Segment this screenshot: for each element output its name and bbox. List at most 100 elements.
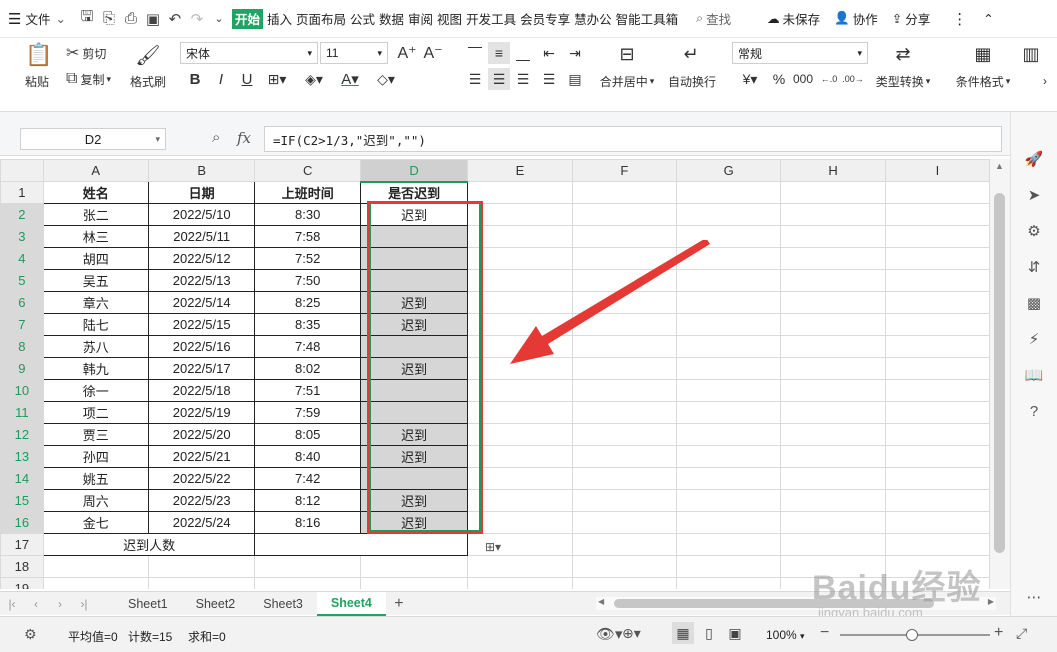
rocket-icon[interactable]: 🚀 (1023, 148, 1045, 170)
row-header[interactable]: 10 (0, 379, 44, 402)
tab-insert[interactable]: 插入 (265, 0, 294, 38)
empty-cell[interactable] (884, 555, 990, 578)
data-cell[interactable]: 2022/5/24 (147, 511, 256, 534)
row-header[interactable]: 1 (0, 181, 44, 204)
data-cell[interactable]: 8:35 (254, 313, 361, 336)
indent-decrease-icon[interactable]: ⇤ (538, 42, 560, 64)
empty-cell[interactable] (571, 291, 677, 314)
row-header[interactable]: 9 (0, 357, 44, 380)
zoom-search-icon[interactable]: ⌕ (212, 129, 220, 146)
empty-cell[interactable] (675, 577, 782, 589)
align-left-icon[interactable]: ☰ (464, 68, 486, 90)
empty-cell[interactable] (675, 511, 782, 534)
data-cell[interactable]: 贾三 (42, 423, 149, 446)
empty-cell[interactable] (571, 379, 677, 402)
font-size-select[interactable]: 11 ▾ (320, 42, 388, 64)
empty-cell[interactable] (780, 401, 886, 424)
empty-cell[interactable] (884, 533, 990, 556)
sliders-icon[interactable]: ⚙ (1023, 220, 1045, 242)
data-cell[interactable]: 项二 (42, 401, 149, 424)
data-cell[interactable]: 林三 (42, 225, 149, 248)
format-painter-label[interactable]: 格式刷 (128, 72, 168, 90)
data-cell[interactable]: 2022/5/11 (147, 225, 256, 248)
type-convert-label[interactable]: 类型转换 ▾ (872, 72, 934, 90)
header-cell[interactable]: 姓名 (42, 181, 149, 204)
row-header[interactable]: 2 (0, 203, 44, 226)
header-cell[interactable]: 日期 (147, 181, 256, 204)
empty-cell[interactable] (571, 225, 677, 248)
empty-cell[interactable] (675, 467, 782, 490)
sheet-tab-3[interactable]: Sheet3 (249, 592, 317, 616)
data-cell[interactable]: 2022/5/15 (147, 313, 256, 336)
late-status-cell[interactable] (359, 401, 469, 424)
empty-cell[interactable] (780, 181, 886, 204)
empty-cell[interactable] (467, 313, 573, 336)
prev-sheet-icon[interactable]: ‹ (24, 597, 48, 611)
empty-cell[interactable] (780, 467, 886, 490)
ribbon-scroll-right-icon[interactable]: › (1036, 72, 1054, 90)
bold-icon[interactable]: B (184, 68, 206, 90)
empty-cell[interactable] (571, 247, 677, 270)
empty-cell[interactable] (467, 423, 573, 446)
data-cell[interactable]: 7:48 (254, 335, 361, 358)
add-sheet-icon[interactable]: + (386, 595, 412, 613)
data-cell[interactable]: 7:59 (254, 401, 361, 424)
empty-cell[interactable] (780, 555, 886, 578)
empty-cell[interactable] (780, 225, 886, 248)
font-color-icon[interactable]: A▾ (334, 68, 366, 90)
empty-cell[interactable] (884, 269, 990, 292)
empty-cell[interactable] (571, 313, 677, 336)
row-header[interactable]: 11 (0, 401, 44, 424)
empty-cell[interactable] (467, 533, 573, 556)
merge-center-icon[interactable]: ⊟ (614, 42, 640, 66)
more-menu-icon[interactable]: ⋮ (950, 0, 969, 38)
pointer-icon[interactable]: ➤ (1023, 184, 1045, 206)
share-button[interactable]: ⇪ 分享 (890, 0, 933, 38)
unsaved-button[interactable]: ☁ 未保存 (765, 0, 822, 38)
late-status-cell[interactable] (359, 467, 469, 490)
empty-cell[interactable] (359, 555, 469, 578)
decrease-font-icon[interactable]: A⁻ (422, 42, 444, 64)
next-sheet-icon[interactable]: › (48, 597, 72, 611)
late-status-cell[interactable]: 迟到 (359, 489, 469, 512)
empty-cell[interactable] (675, 533, 782, 556)
cut-button[interactable]: ✂ 剪切 (66, 44, 106, 62)
scroll-left-icon[interactable]: ◀ (598, 597, 604, 606)
indent-increase-icon[interactable]: ⇥ (564, 42, 586, 64)
data-cell[interactable]: 韩九 (42, 357, 149, 380)
print-icon[interactable]: ⎙ (120, 8, 142, 30)
empty-cell[interactable] (780, 511, 886, 534)
empty-cell[interactable] (675, 269, 782, 292)
tab-developer[interactable]: 开发工具 (464, 0, 518, 38)
currency-icon[interactable]: ¥▾ (734, 68, 766, 90)
zoom-slider-handle[interactable] (906, 629, 918, 641)
empty-cell[interactable] (571, 555, 677, 578)
horizontal-scrollbar[interactable]: ◀ ▶ (596, 597, 996, 610)
empty-cell[interactable] (780, 577, 886, 589)
decrease-decimal-icon[interactable]: .00→ (842, 68, 864, 90)
scroll-up-icon[interactable]: ▲ (995, 161, 1004, 171)
font-name-select[interactable]: 宋体 ▾ (180, 42, 318, 64)
empty-cell[interactable] (467, 467, 573, 490)
empty-cell[interactable] (780, 313, 886, 336)
increase-font-icon[interactable]: A⁺ (396, 42, 418, 64)
column-header-h[interactable]: H (780, 159, 886, 182)
empty-cell[interactable] (42, 555, 149, 578)
empty-cell[interactable] (571, 489, 677, 512)
empty-cell[interactable] (780, 247, 886, 270)
data-cell[interactable]: 孙四 (42, 445, 149, 468)
data-cell[interactable]: 7:42 (254, 467, 361, 490)
data-cell[interactable]: 7:58 (254, 225, 361, 248)
empty-cell[interactable] (884, 423, 990, 446)
empty-cell[interactable] (571, 577, 677, 589)
row-header[interactable]: 13 (0, 445, 44, 468)
empty-cell[interactable] (467, 445, 573, 468)
zoom-in-icon[interactable]: + (994, 624, 1003, 642)
header-cell[interactable]: 上班时间 (254, 181, 361, 204)
scroll-right-icon[interactable]: ▶ (988, 597, 994, 606)
late-status-cell[interactable] (359, 269, 469, 292)
empty-cell[interactable] (675, 489, 782, 512)
empty-cell[interactable] (884, 335, 990, 358)
empty-cell[interactable] (884, 577, 990, 589)
empty-cell[interactable] (467, 269, 573, 292)
